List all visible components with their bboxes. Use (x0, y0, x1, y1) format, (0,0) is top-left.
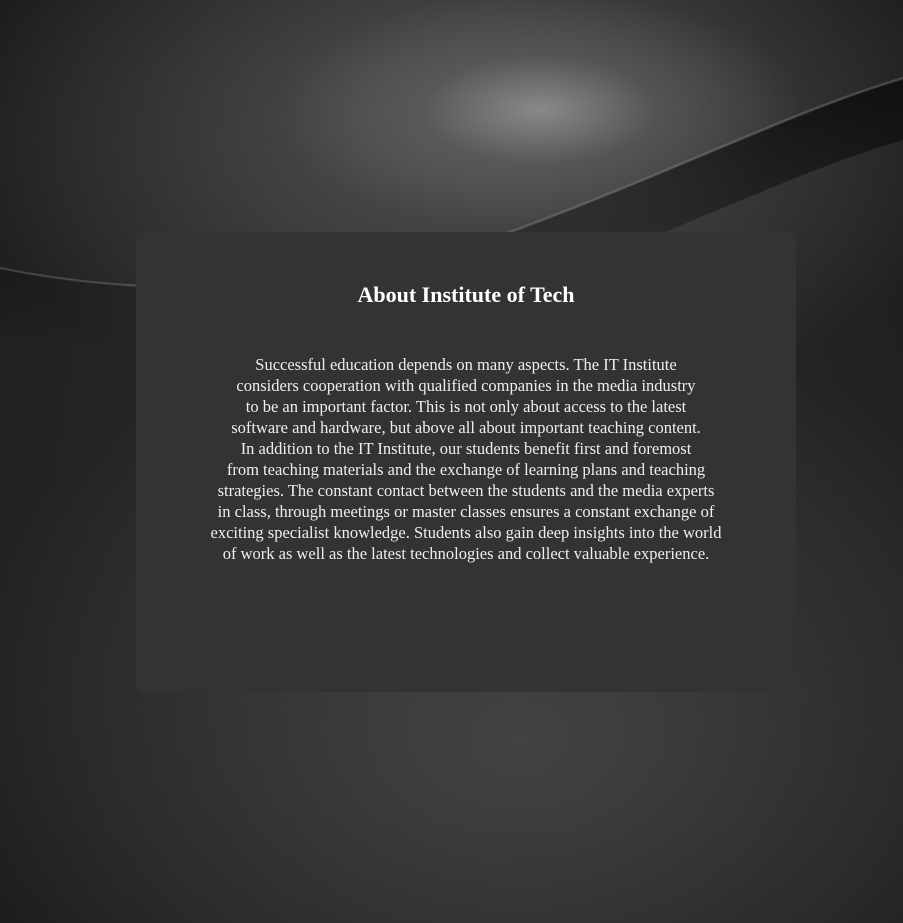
about-description: Successful education depends on many asp… (181, 354, 751, 564)
description-line: from teaching materials and the exchange… (226, 460, 706, 479)
description-line: Successful education depends on many asp… (255, 355, 677, 374)
description-line: in class, through meetings or master cla… (217, 502, 715, 521)
description-line: software and hardware, but above all abo… (231, 418, 701, 437)
description-line: considers cooperation with qualified com… (236, 376, 696, 395)
description-line: In addition to the IT Institute, our stu… (240, 439, 692, 458)
description-line: of work as well as the latest technologi… (222, 544, 710, 563)
description-line: to be an important factor. This is not o… (245, 397, 687, 416)
about-card: About Institute of Tech Successful educa… (136, 232, 796, 692)
description-line: strategies. The constant contact between… (217, 481, 715, 500)
description-line: exciting specialist knowledge. Students … (210, 523, 722, 542)
about-title: About Institute of Tech (357, 282, 575, 307)
